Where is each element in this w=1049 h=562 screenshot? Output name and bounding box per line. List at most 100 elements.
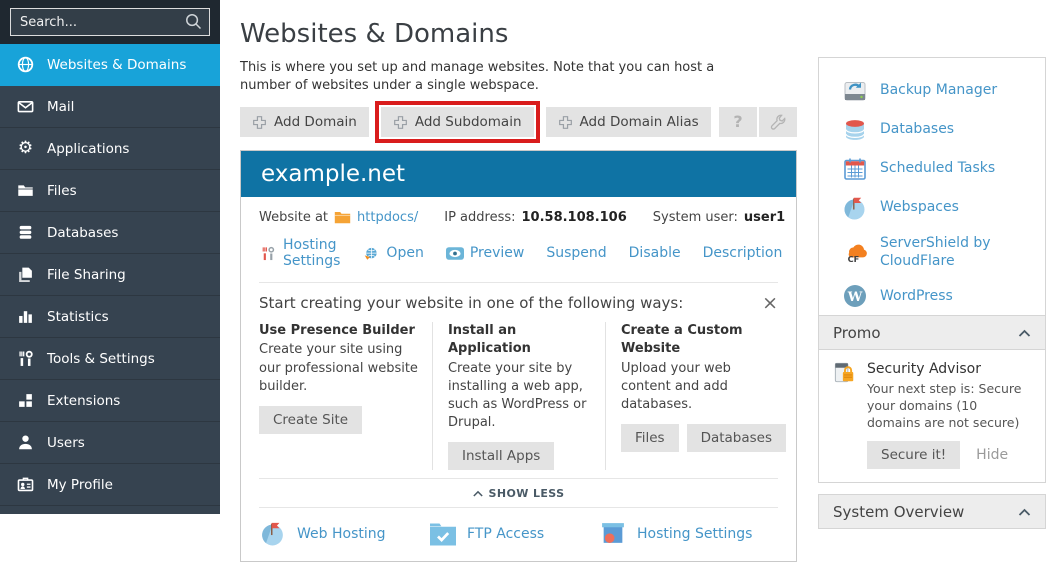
settings-button[interactable] — [759, 107, 797, 137]
wordpress-icon: W — [842, 283, 868, 309]
tool-wordpress[interactable]: W WordPress — [819, 276, 1045, 315]
right-tool-label: Backup Manager — [880, 81, 997, 99]
action-open[interactable]: Open — [362, 245, 423, 261]
search-icon — [185, 13, 202, 30]
tool-webspaces[interactable]: Webspaces — [819, 188, 1045, 227]
sidebar-item-websites-domains[interactable]: Websites & Domains — [0, 44, 220, 86]
tool-databases[interactable]: Databases — [819, 110, 1045, 149]
action-disable[interactable]: Disable — [629, 245, 681, 261]
getting-started-columns: Use Presence Builder Create your site us… — [259, 322, 778, 470]
preview-eye-icon — [446, 246, 464, 261]
add-domain-alias-button[interactable]: Add Domain Alias — [546, 107, 711, 137]
svg-text:W: W — [847, 290, 863, 305]
system-user-value: user1 — [744, 210, 785, 225]
chevron-up-icon — [473, 490, 483, 497]
domain-action-label: Open — [386, 245, 423, 261]
system-overview-header[interactable]: System Overview — [819, 495, 1045, 529]
security-advisor-icon — [831, 361, 858, 386]
action-suspend[interactable]: Suspend — [546, 245, 606, 261]
plus-icon — [393, 115, 408, 130]
advisor-actions: Secure it! Hide — [867, 441, 1033, 469]
plus-icon — [252, 115, 267, 130]
promo-panel-body: Security Advisor Your next step is: Secu… — [819, 350, 1045, 482]
search-input[interactable] — [10, 8, 210, 36]
toolbar-button-label: Add Domain Alias — [580, 114, 699, 130]
domain-card-header: example.net — [241, 151, 796, 197]
help-button[interactable]: ? — [719, 107, 757, 137]
quick-link-ftp-access[interactable]: FTP Access — [429, 520, 599, 547]
sidebar-item-label: Extensions — [47, 393, 120, 409]
advisor-content: Security Advisor Your next step is: Secu… — [867, 361, 1033, 469]
install-apps-button[interactable]: Install Apps — [448, 442, 554, 470]
plesk-websites-domains-page: { "sidebar": { "search_placeholder": "Se… — [0, 0, 1049, 514]
sidebar-item-extensions[interactable]: Extensions — [0, 380, 220, 422]
promo-panel: Promo Security Advisor Your next step is… — [818, 315, 1046, 483]
quick-links-row: Web Hosting FTP Access Hosting Settings — [259, 507, 778, 561]
column-text: Create your site using our professional … — [259, 341, 418, 396]
sidebar-item-label: Websites & Domains — [47, 57, 186, 73]
action-preview[interactable]: Preview — [446, 245, 525, 261]
sidebar-item-statistics[interactable]: Statistics — [0, 296, 220, 338]
quick-link-hosting-settings[interactable]: Hosting Settings — [599, 520, 769, 547]
sidebar-item-tools-settings[interactable]: Tools & Settings — [0, 338, 220, 380]
tool-servershield-by-cloudflare[interactable]: CF ServerShield by CloudFlare — [819, 227, 1045, 276]
folder-icon — [334, 211, 351, 224]
show-less-label: SHOW LESS — [489, 487, 565, 500]
create-site-button[interactable]: Create Site — [259, 406, 362, 434]
sidebar-item-mail[interactable]: Mail — [0, 86, 220, 128]
globe-icon — [16, 56, 35, 73]
system-user-label: System user: — [653, 210, 738, 225]
files-button[interactable]: Files — [621, 424, 679, 452]
show-less-toggle[interactable]: SHOW LESS — [259, 478, 778, 507]
column-use-presence-builder: Use Presence Builder Create your site us… — [259, 322, 432, 470]
system-overview-label: System Overview — [833, 503, 964, 521]
globe-flag-icon — [259, 520, 287, 547]
tool-backup-manager[interactable]: Backup Manager — [819, 71, 1045, 110]
right-tool-label: Webspaces — [880, 198, 959, 216]
sidebar-item-label: Files — [47, 183, 77, 199]
secure-it-button[interactable]: Secure it! — [867, 441, 960, 469]
databases-button[interactable]: Databases — [687, 424, 786, 452]
sidebar-item-label: Users — [47, 435, 85, 451]
sidebar-item-files[interactable]: Files — [0, 170, 220, 212]
sidebar-item-label: My Profile — [47, 477, 113, 493]
promo-panel-header[interactable]: Promo — [819, 316, 1045, 350]
right-tool-label: Scheduled Tasks — [880, 159, 995, 177]
httpdocs-link[interactable]: httpdocs/ — [357, 210, 418, 225]
globe-flag-icon — [842, 195, 868, 221]
page-title: Websites & Domains — [240, 19, 797, 50]
add-domain-button[interactable]: Add Domain — [240, 107, 369, 137]
close-icon[interactable]: × — [758, 294, 778, 313]
toolbar-button-group: Add Domain Add Subdomain Add Domain Alia… — [240, 101, 711, 143]
column-create-a-custom-website: Create a Custom Website Upload your web … — [605, 322, 778, 470]
sidebar-item-databases[interactable]: Databases — [0, 212, 220, 254]
sidebar-search-area — [0, 0, 220, 44]
page-description: This is where you set up and manage webs… — [240, 59, 768, 94]
column-heading: Install an Application — [448, 322, 591, 358]
domain-card-body: Website at httpdocs/ IP address: 10.58.1… — [241, 197, 796, 561]
plus-icon — [558, 115, 573, 130]
action-hosting-settings[interactable]: Hosting Settings — [259, 237, 340, 269]
sidebar-item-users[interactable]: Users — [0, 422, 220, 464]
column-heading: Use Presence Builder — [259, 322, 418, 340]
tool-scheduled-tasks[interactable]: Scheduled Tasks — [819, 149, 1045, 188]
action-description[interactable]: Description — [703, 245, 783, 261]
column-buttons: FilesDatabases — [621, 424, 764, 452]
hide-link[interactable]: Hide — [976, 447, 1008, 463]
domain-action-label: Disable — [629, 245, 681, 261]
cloudflare-icon: CF — [842, 239, 868, 265]
right-tool-label: ServerShield by CloudFlare — [880, 234, 1033, 270]
quick-link-label: FTP Access — [467, 526, 544, 542]
ftp-folder-icon — [429, 520, 457, 547]
quick-link-web-hosting[interactable]: Web Hosting — [259, 520, 429, 547]
sidebar-item-applications[interactable]: ⚙ Applications — [0, 128, 220, 170]
column-install-an-application: Install an Application Create your site … — [432, 322, 605, 470]
tools-icon — [16, 350, 35, 367]
sidebar-item-my-profile[interactable]: My Profile — [0, 464, 220, 506]
chevron-up-icon — [1018, 329, 1031, 337]
add-subdomain-button[interactable]: Add Subdomain — [381, 107, 534, 137]
advisor-text: Your next step is: Secure your domains (… — [867, 381, 1033, 432]
annotation-highlight-box: Add Subdomain — [375, 101, 540, 143]
sidebar-item-file-sharing[interactable]: File Sharing — [0, 254, 220, 296]
system-user-segment: System user: user1 — [653, 210, 785, 225]
